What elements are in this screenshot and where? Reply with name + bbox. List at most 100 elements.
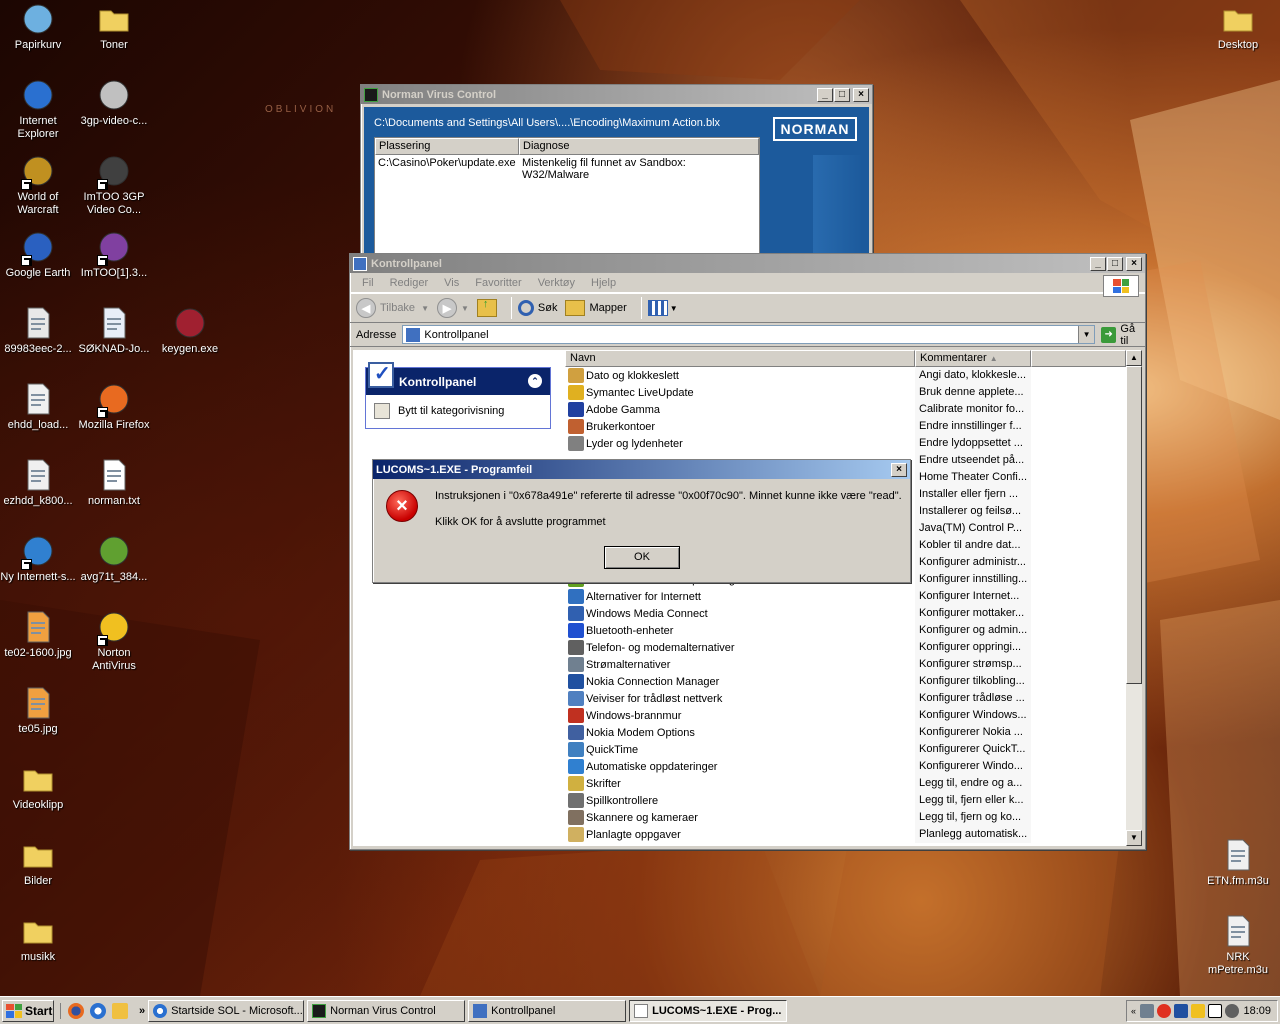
collapse-chevron-icon[interactable]: ⌃	[528, 374, 542, 388]
desktop-icon[interactable]: Videoklipp	[0, 762, 76, 812]
ok-button[interactable]: OK	[604, 546, 680, 569]
address-dropdown-button[interactable]: ▼	[1078, 326, 1095, 343]
address-input[interactable]: Kontrollpanel ▼	[402, 325, 1096, 344]
scroll-thumb[interactable]	[1126, 366, 1142, 684]
error-dialog-title-bar[interactable]: LUCOMS~1.EXE - Programfeil ×	[373, 460, 910, 479]
desktop-icon[interactable]: Ny Internett-s...	[0, 534, 76, 584]
firefox-icon[interactable]	[68, 1002, 84, 1019]
minimize-button[interactable]: _	[1090, 256, 1106, 271]
task-startside-sol[interactable]: Startside SOL - Microsoft...	[148, 999, 305, 1022]
internet-explorer-icon[interactable]	[90, 1002, 106, 1019]
control-panel-item[interactable]: Alternativer for Internett Konfigurer Int…	[565, 588, 1126, 605]
up-folder-button[interactable]: ↑	[476, 298, 497, 317]
control-panel-item[interactable]: Windows-brannmur Konfigurer Windows...	[565, 707, 1126, 724]
security-alert-icon[interactable]	[1157, 1004, 1172, 1018]
desktop-icon[interactable]: World of Warcraft	[0, 154, 76, 217]
desktop-icon[interactable]: Bilder	[0, 838, 76, 888]
control-panel-item[interactable]: Skannere og kameraer Legg til, fjern og k…	[565, 809, 1126, 826]
task-control-panel[interactable]: Kontrollpanel	[468, 999, 627, 1022]
desktop-icon[interactable]: musikk	[0, 914, 76, 964]
quick-launch-overflow-icon[interactable]: »	[139, 1005, 145, 1017]
column-header-comments[interactable]: Kommentarer ▲	[915, 350, 1031, 367]
control-panel-item[interactable]: Dato og klokkeslett Angi dato, klokkesle.…	[565, 367, 1126, 384]
desktop-icon[interactable]: norman.txt	[76, 458, 152, 508]
scroll-up-button[interactable]: ▲	[1126, 350, 1142, 366]
desktop-icon[interactable]: 3gp-video-c...	[76, 78, 152, 128]
menu-view[interactable]: Vis	[436, 277, 467, 289]
antivirus-tray-icon[interactable]	[1191, 1004, 1206, 1018]
control-panel-item[interactable]: Windows Media Connect Konfigurer mottaker…	[565, 605, 1126, 622]
forward-button[interactable]: ▶ ▼	[436, 298, 469, 318]
desktop-icon[interactable]: ezhdd_k800...	[0, 458, 76, 508]
desktop-icon[interactable]: ImTOO 3GP Video Co...	[76, 154, 152, 217]
control-panel-item[interactable]: Veiviser for trådløst nettverk Konfigurer…	[565, 690, 1126, 707]
volume-icon[interactable]	[1225, 1004, 1240, 1018]
norman-tray-icon[interactable]	[1174, 1004, 1189, 1018]
detection-list[interactable]: Plassering Diagnose C:\Casino\Poker\upda…	[374, 137, 760, 257]
desktop-icon[interactable]: keygen.exe	[152, 306, 228, 356]
close-button[interactable]: ×	[1126, 256, 1142, 271]
back-button[interactable]: ◀ Tilbake ▼	[356, 298, 429, 318]
desktop-icon[interactable]: Internet Explorer	[0, 78, 76, 141]
control-panel-title-bar[interactable]: Kontrollpanel _ □ ×	[350, 254, 1145, 273]
desktop-icon[interactable]: te02-1600.jpg	[0, 610, 76, 660]
minimize-button[interactable]: _	[817, 87, 833, 102]
menu-favorites[interactable]: Favoritter	[467, 277, 529, 289]
column-header-name[interactable]: Navn	[565, 350, 915, 367]
control-panel-item[interactable]: QuickTime Konfigurerer QuickT...	[565, 741, 1126, 758]
desktop-icon[interactable]: Toner	[76, 2, 152, 52]
maximize-button[interactable]: □	[834, 87, 850, 102]
control-panel-item[interactable]: Strømalternativer Konfigurer strømsp...	[565, 656, 1126, 673]
folders-button[interactable]: Mapper	[565, 300, 627, 316]
maximize-button[interactable]: □	[1107, 256, 1123, 271]
control-panel-item[interactable]: Planlagte oppgaver Planlegg automatisk...	[565, 826, 1126, 843]
desktop-icon[interactable]: Norton AntiVirus	[76, 610, 152, 673]
menu-help[interactable]: Hjelp	[583, 277, 624, 289]
desktop-icon[interactable]: Desktop	[1200, 2, 1276, 52]
norman-title-bar[interactable]: Norman Virus Control _ □ ×	[361, 85, 872, 104]
network-icon[interactable]	[1140, 1004, 1155, 1018]
column-header-diagnosis[interactable]: Diagnose	[519, 138, 759, 155]
desktop-icon[interactable]: SØKNAD-Jo...	[76, 306, 152, 356]
task-lucoms-error[interactable]: LUCOMS~1.EXE - Prog...	[629, 999, 788, 1022]
start-button[interactable]: Start	[2, 999, 54, 1022]
control-panel-item[interactable]: Skrifter Legg til, endre og a...	[565, 775, 1126, 792]
column-header-location[interactable]: Plassering	[375, 138, 519, 155]
desktop-icon[interactable]: ETN.fm.m3u	[1200, 838, 1276, 888]
control-panel-item[interactable]: Bluetooth-enheter Konfigurer og admin...	[565, 622, 1126, 639]
close-button[interactable]: ×	[853, 87, 869, 102]
control-panel-item[interactable]: Lyder og lydenheter Endre lydoppsettet ..…	[565, 435, 1126, 452]
menu-edit[interactable]: Rediger	[382, 277, 437, 289]
close-button[interactable]: ×	[891, 462, 907, 477]
control-panel-item[interactable]: Adobe Gamma Calibrate monitor fo...	[565, 401, 1126, 418]
desktop-icon[interactable]: ehdd_load...	[0, 382, 76, 432]
desktop-icon[interactable]: Mozilla Firefox	[76, 382, 152, 432]
detection-row[interactable]: C:\Casino\Poker\update.exe Mistenkelig f…	[375, 155, 759, 183]
desktop-icon[interactable]: 89983eec-2...	[0, 306, 76, 356]
control-panel-item[interactable]: Spillkontrollere Legg til, fjern eller k.…	[565, 792, 1126, 809]
menu-tools[interactable]: Verktøy	[530, 277, 583, 289]
desktop-icon[interactable]: Google Earth	[0, 230, 76, 280]
outlook-express-icon[interactable]	[112, 1002, 128, 1019]
views-button[interactable]: ▼	[647, 300, 678, 316]
go-button[interactable]: ➜ Gå til	[1101, 323, 1145, 347]
control-panel-item[interactable]: Telefon- og modemalternativer Konfigurer …	[565, 639, 1126, 656]
task-norman-virus-control[interactable]: Norman Virus Control	[307, 999, 466, 1022]
control-panel-item[interactable]: Symantec LiveUpdate Bruk denne applete...	[565, 384, 1126, 401]
menu-file[interactable]: Fil	[354, 277, 382, 289]
clock[interactable]: 18:09	[1243, 1005, 1271, 1017]
tray-expand-icon[interactable]: «	[1131, 1006, 1136, 1016]
desktop-icon[interactable]: ImTOO[1].3...	[76, 230, 152, 280]
desktop-icon[interactable]: te05.jpg	[0, 686, 76, 736]
search-button[interactable]: Søk	[517, 300, 557, 316]
vertical-scrollbar[interactable]: ▲ ▼	[1126, 350, 1142, 846]
scroll-down-button[interactable]: ▼	[1126, 830, 1142, 846]
desktop-icon[interactable]: Papirkurv	[0, 2, 76, 52]
desktop-icon[interactable]: NRK mPetre.m3u	[1200, 914, 1276, 977]
desktop-icon[interactable]: avg71t_384...	[76, 534, 152, 584]
n-tray-icon[interactable]	[1208, 1004, 1223, 1018]
control-panel-item[interactable]: Automatiske oppdateringer Konfigurerer Wi…	[565, 758, 1126, 775]
switch-to-category-view-link[interactable]: Bytt til kategorivisning	[366, 395, 550, 427]
control-panel-item[interactable]: Nokia Connection Manager Konfigurer tilko…	[565, 673, 1126, 690]
control-panel-item[interactable]: Nokia Modem Options Konfigurerer Nokia ..…	[565, 724, 1126, 741]
